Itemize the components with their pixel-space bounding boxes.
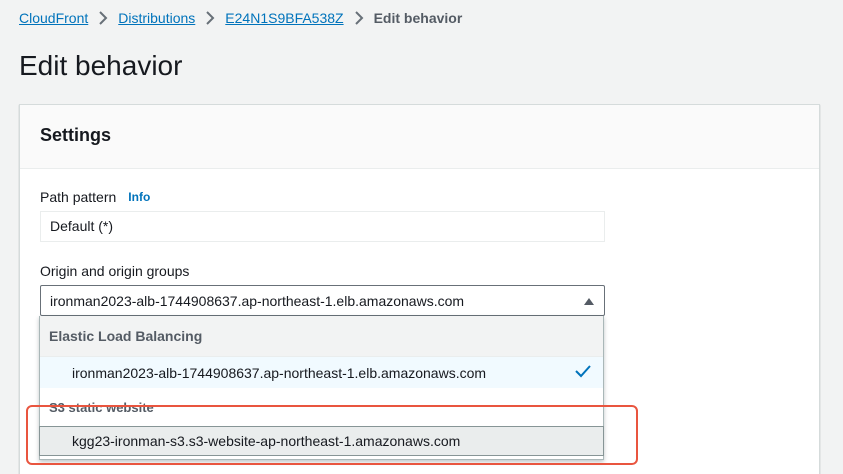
origin-label: Origin and origin groups <box>40 263 190 279</box>
path-pattern-input[interactable]: Default (*) <box>40 211 605 242</box>
dropdown-group-s3: S3 static website <box>40 388 603 430</box>
origin-select-value: ironman2023-alb-1744908637.ap-northeast-… <box>50 292 465 309</box>
settings-header: Settings <box>20 105 819 169</box>
path-pattern-label: Path pattern <box>40 189 117 205</box>
origin-select[interactable]: ironman2023-alb-1744908637.ap-northeast-… <box>40 285 605 316</box>
path-pattern-label-row: Path pattern Info <box>40 189 150 205</box>
breadcrumb: CloudFront Distributions E24N1S9BFA538Z … <box>19 8 462 28</box>
dropdown-option-s3-label: kgg23-ironman-s3.s3-website-ap-northeast… <box>72 433 461 449</box>
chevron-right-icon <box>98 11 108 25</box>
page-title: Edit behavior <box>19 50 183 81</box>
breadcrumb-current: Edit behavior <box>373 10 463 26</box>
checkmark-icon <box>575 364 591 381</box>
origin-label-row: Origin and origin groups <box>40 263 189 279</box>
chevron-right-icon <box>354 11 364 25</box>
chevron-right-icon <box>205 11 215 25</box>
dropdown-option-s3-website[interactable]: kgg23-ironman-s3.s3-website-ap-northeast… <box>39 426 604 456</box>
caret-up-icon <box>583 293 595 309</box>
breadcrumb-distribution-id-link[interactable]: E24N1S9BFA538Z <box>225 10 343 26</box>
dropdown-group-elb: Elastic Load Balancing <box>40 316 603 356</box>
breadcrumb-cloudfront-link[interactable]: CloudFront <box>19 10 88 26</box>
path-pattern-info-link[interactable]: Info <box>128 190 150 204</box>
dropdown-option-alb[interactable]: ironman2023-alb-1744908637.ap-northeast-… <box>40 356 603 388</box>
breadcrumb-distributions-link[interactable]: Distributions <box>118 10 195 26</box>
dropdown-option-alb-label: ironman2023-alb-1744908637.ap-northeast-… <box>72 364 487 381</box>
